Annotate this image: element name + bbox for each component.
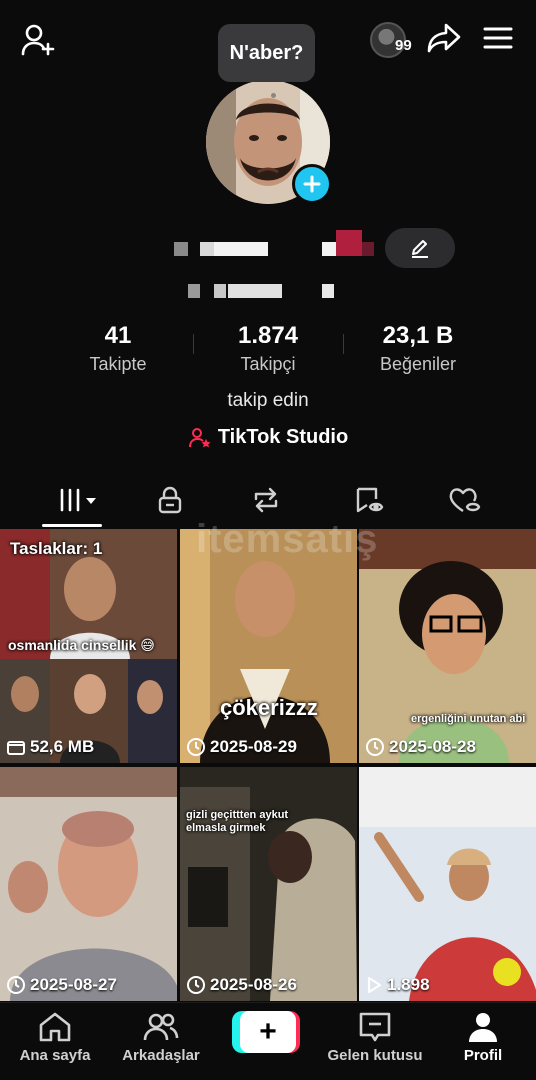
nav-home[interactable]: Ana sayfa bbox=[0, 1011, 110, 1064]
note-text: N'aber? bbox=[229, 41, 304, 64]
video-caption: çökerizzz bbox=[220, 695, 318, 720]
video-thumbnail bbox=[359, 529, 536, 763]
video-item[interactable]: gizli geçittten aykut elmasla girmek 202… bbox=[180, 767, 357, 1001]
watermark: itemsatış bbox=[196, 517, 379, 561]
friends-icon bbox=[143, 1013, 179, 1041]
followers-count: 1.874 bbox=[237, 322, 299, 349]
liked-icon bbox=[449, 488, 481, 512]
favorites-icon bbox=[356, 487, 384, 513]
note-pointer bbox=[271, 93, 276, 98]
nav-profile-label: Profil bbox=[463, 1047, 503, 1064]
video-meta: 2025-08-28 bbox=[365, 737, 476, 757]
bio-text: takip edin bbox=[227, 390, 309, 411]
lock-icon bbox=[158, 486, 182, 514]
video-meta: 2025-08-29 bbox=[186, 737, 297, 757]
video-item[interactable]: çökerizzz 2025-08-29 bbox=[180, 529, 357, 763]
nav-inbox[interactable]: Gelen kutusu bbox=[320, 1011, 430, 1064]
videos-grid-icon bbox=[60, 488, 96, 512]
tab-favorites[interactable] bbox=[338, 478, 398, 522]
video-item[interactable]: ergenliğini unutan abi 2025-08-28 bbox=[359, 529, 536, 763]
draft-item[interactable]: Taslaklar: 1 osmanlida cinsellik 😅 52,6 … bbox=[0, 529, 177, 763]
pencil-icon bbox=[412, 240, 428, 258]
following-count: 41 bbox=[104, 322, 132, 349]
clock-icon bbox=[366, 738, 384, 756]
studio-icon bbox=[188, 427, 211, 447]
divider bbox=[343, 334, 344, 354]
nav-friends-label: Arkadaşlar bbox=[122, 1047, 200, 1064]
hamburger-menu-icon[interactable] bbox=[478, 18, 518, 58]
nav-inbox-label: Gelen kutusu bbox=[327, 1047, 423, 1064]
nav-friends[interactable]: Arkadaşlar bbox=[106, 1011, 216, 1064]
scheduled-date: 2025-08-28 bbox=[389, 737, 476, 756]
tiktok-studio-link[interactable]: TikTok Studio bbox=[0, 426, 536, 449]
active-tab-indicator bbox=[42, 524, 102, 527]
clock-icon bbox=[187, 976, 205, 994]
video-meta: 2025-08-27 bbox=[6, 975, 117, 995]
video-meta: 52,6 MB bbox=[6, 737, 94, 757]
file-size: 52,6 MB bbox=[30, 737, 95, 756]
view-count: 1.898 bbox=[387, 975, 430, 994]
nav-home-label: Ana sayfa bbox=[19, 1047, 91, 1064]
likes-count: 23,1 B bbox=[382, 322, 454, 349]
create-button[interactable]: + bbox=[232, 1011, 300, 1053]
plus-icon: + bbox=[240, 1011, 296, 1053]
video-item[interactable]: 1.898 bbox=[359, 767, 536, 1001]
following-stat[interactable]: 41 Takipte bbox=[68, 322, 168, 375]
followers-stat[interactable]: 1.874 Takipçi bbox=[208, 322, 328, 375]
likes-stat[interactable]: 23,1 B Beğeniler bbox=[358, 322, 478, 375]
plus-icon bbox=[303, 175, 321, 193]
video-caption: osmanlida cinsellik 😅 bbox=[8, 637, 155, 653]
profile-stats: 41 Takipte 1.874 Takipçi 23,1 B Beğenile… bbox=[0, 322, 536, 382]
tab-reposts[interactable] bbox=[236, 478, 296, 522]
video-thumbnail bbox=[180, 767, 357, 1001]
following-label: Takipte bbox=[89, 354, 147, 374]
edit-profile-button[interactable] bbox=[385, 228, 455, 268]
studio-label: TikTok Studio bbox=[217, 426, 349, 448]
clock-icon bbox=[187, 738, 205, 756]
repost-icon bbox=[254, 487, 278, 513]
folder-icon bbox=[7, 741, 25, 755]
inbox-icon bbox=[359, 1012, 391, 1042]
scheduled-date: 2025-08-29 bbox=[210, 737, 297, 756]
video-caption: ergenliğini unutan abi bbox=[411, 713, 526, 725]
add-avatar-button[interactable] bbox=[292, 164, 332, 204]
drafts-label: Taslaklar: 1 bbox=[10, 539, 103, 558]
clock-icon bbox=[7, 976, 25, 994]
video-item[interactable]: 2025-08-27 bbox=[0, 767, 177, 1001]
video-grid: Taslaklar: 1 osmanlida cinsellik 😅 52,6 … bbox=[0, 517, 536, 1001]
video-thumbnail bbox=[180, 529, 357, 763]
video-meta: 1.898 bbox=[365, 975, 430, 995]
video-caption: gizli geçittten aykut elmasla girmek bbox=[186, 809, 289, 834]
video-thumbnail bbox=[359, 767, 536, 1001]
followers-label: Takipçi bbox=[240, 354, 296, 374]
likes-label: Beğeniler bbox=[379, 354, 457, 374]
bottom-navigation: Ana sayfa Arkadaşlar + Gelen kutusu Prof… bbox=[0, 1002, 536, 1080]
scheduled-date: 2025-08-27 bbox=[30, 975, 117, 994]
note-bubble[interactable]: N'aber? bbox=[218, 24, 315, 82]
video-meta: 2025-08-26 bbox=[186, 975, 297, 995]
profile-icon bbox=[469, 1013, 497, 1042]
home-icon bbox=[39, 1012, 71, 1042]
divider bbox=[193, 334, 194, 354]
play-icon bbox=[367, 976, 382, 994]
story-count: 99 bbox=[395, 37, 412, 54]
person-add-icon[interactable] bbox=[18, 20, 58, 60]
tab-private[interactable] bbox=[140, 478, 200, 522]
share-icon[interactable] bbox=[424, 18, 464, 58]
scheduled-date: 2025-08-26 bbox=[210, 975, 297, 994]
nav-profile[interactable]: Profil bbox=[428, 1011, 536, 1064]
video-thumbnail bbox=[0, 767, 177, 1001]
tab-liked[interactable] bbox=[434, 478, 494, 522]
tab-videos[interactable] bbox=[46, 478, 106, 522]
